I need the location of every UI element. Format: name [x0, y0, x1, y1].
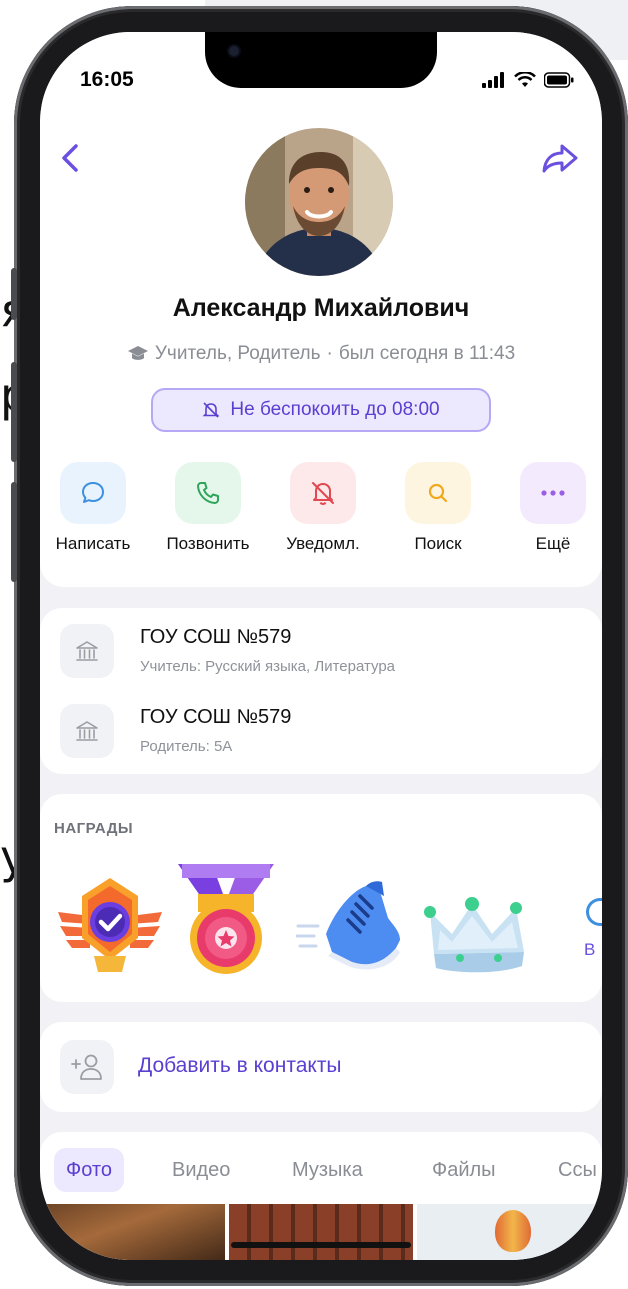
front-camera — [227, 44, 241, 58]
awards-title: НАГРАДЫ — [54, 820, 134, 837]
action-call-tile[interactable] — [175, 462, 241, 524]
notch — [205, 32, 437, 88]
profile-card: 16:05 Александр Михайлович Учитель, Роди… — [40, 32, 602, 587]
status-icons — [482, 72, 574, 88]
profile-name: Александр Михайлович — [172, 294, 470, 322]
school-building-icon — [60, 704, 114, 758]
awards-more-label: В — [584, 940, 596, 959]
add-user-icon — [60, 1040, 114, 1094]
phone-mute-switch — [11, 268, 17, 320]
medal-icon — [178, 864, 274, 974]
awards-more-link[interactable]: В — [584, 898, 602, 960]
action-more-tile[interactable] — [520, 462, 586, 524]
bell-off-icon — [312, 482, 334, 506]
phone-volume-up — [11, 362, 17, 462]
photo-grid — [40, 1204, 602, 1260]
battery-icon — [544, 72, 574, 88]
balloon-icon — [495, 1210, 532, 1252]
signal-icon — [482, 72, 504, 88]
list-item[interactable]: ГОУ СОШ №579 Родитель: 5А — [60, 700, 600, 764]
more-icon — [541, 490, 565, 496]
action-more-label: Ещё — [535, 534, 571, 553]
photo-thumbnail[interactable] — [40, 1204, 225, 1260]
add-contact-label: Добавить в контакты — [138, 1054, 342, 1077]
profile-roles: Учитель, Родитель — [154, 343, 321, 364]
action-search-tile[interactable] — [405, 462, 471, 524]
school-subtitle: Родитель: 5А — [140, 738, 233, 755]
winged-badge-icon — [58, 878, 162, 972]
back-icon[interactable] — [54, 140, 86, 176]
status-time: 16:05 — [80, 68, 134, 91]
action-call-label: Позвонить — [166, 534, 250, 553]
action-write-tile[interactable] — [60, 462, 126, 524]
school-title: ГОУ СОШ №579 — [140, 706, 292, 728]
tab-links[interactable]: Ссы — [546, 1148, 602, 1192]
tab-photo[interactable]: Фото — [54, 1148, 124, 1192]
quick-actions: Написать Позвонить Уведомл. Поиск Ещё — [40, 462, 602, 572]
tab-music[interactable]: Музыка — [280, 1148, 375, 1192]
phone-frame: 16:05 Александр Михайлович Учитель, Роди… — [11, 6, 628, 1286]
awards-more-ring-icon — [586, 898, 602, 926]
photo-thumbnail[interactable] — [417, 1204, 602, 1260]
award-item[interactable] — [420, 890, 538, 979]
action-search[interactable]: Поиск — [383, 462, 493, 554]
search-icon — [428, 483, 448, 503]
tab-files[interactable]: Файлы — [420, 1148, 508, 1192]
profile-last-seen: был сегодня в 11:43 — [338, 343, 516, 364]
action-write[interactable]: Написать — [40, 462, 148, 554]
profile-separator: · — [326, 343, 333, 364]
avatar[interactable] — [245, 128, 393, 276]
profile-status-line: Учитель, Родитель · был сегодня в 11:43 — [40, 343, 602, 365]
awards-card: НАГРАДЫ В — [40, 794, 602, 1002]
phone-screen: 16:05 Александр Михайлович Учитель, Роди… — [40, 32, 602, 1260]
crown-icon — [424, 897, 524, 973]
tab-video[interactable]: Видео — [160, 1148, 242, 1192]
do-not-disturb-label: Не беспокоить до 08:00 — [230, 399, 440, 420]
add-contact-card[interactable]: Добавить в контакты — [40, 1022, 602, 1112]
action-call[interactable]: Позвонить — [153, 462, 263, 554]
school-building-icon — [60, 624, 114, 678]
wifi-icon — [514, 72, 536, 87]
school-title: ГОУ СОШ №579 — [140, 626, 292, 648]
action-notifications[interactable]: Уведомл. — [268, 462, 378, 554]
award-item[interactable] — [170, 858, 282, 987]
message-icon — [82, 482, 104, 503]
award-item[interactable] — [294, 878, 406, 979]
phone-volume-down — [11, 482, 17, 582]
sneaker-icon — [294, 881, 400, 970]
action-notifications-label: Уведомл. — [286, 534, 360, 553]
action-write-label: Написать — [55, 534, 131, 553]
home-indicator[interactable] — [231, 1242, 411, 1248]
photo-thumbnail[interactable] — [228, 1204, 414, 1260]
list-item[interactable]: ГОУ СОШ №579 Учитель: Русский языка, Лит… — [60, 620, 600, 684]
action-search-label: Поиск — [414, 534, 462, 553]
school-subtitle: Учитель: Русский языка, Литература — [140, 658, 396, 675]
bell-off-icon — [202, 402, 220, 418]
avatar-photo — [245, 128, 393, 276]
action-more[interactable]: Ещё — [498, 462, 602, 554]
award-item[interactable] — [54, 872, 166, 985]
share-icon[interactable] — [540, 140, 580, 176]
action-notifications-tile[interactable] — [290, 462, 356, 524]
graduation-cap-icon — [127, 346, 148, 360]
phone-icon — [197, 482, 219, 504]
schools-card: ГОУ СОШ №579 Учитель: Русский языка, Лит… — [40, 608, 602, 774]
do-not-disturb-pill[interactable]: Не беспокоить до 08:00 — [151, 388, 491, 432]
